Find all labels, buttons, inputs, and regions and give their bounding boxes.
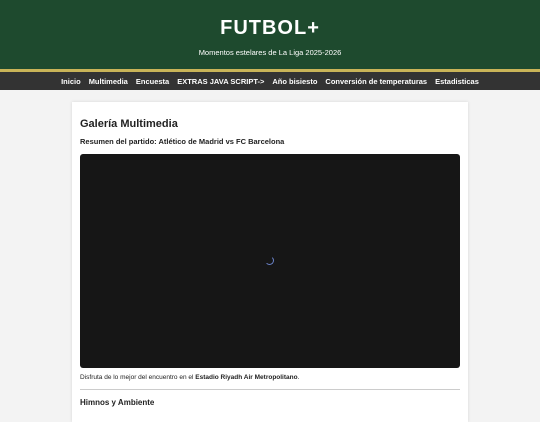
video-player[interactable]: [80, 154, 460, 368]
nav-item-encuesta[interactable]: Encuesta: [136, 77, 169, 86]
nav-item-ano-bisiesto[interactable]: Año bisiesto: [272, 77, 317, 86]
loading-spinner-icon: [265, 256, 274, 265]
site-header: FUTBOL+ Momentos estelares de La Liga 20…: [0, 0, 540, 72]
video-description-text: Disfruta de lo mejor del encuentro en el: [80, 374, 196, 381]
video-description-end: .: [297, 374, 300, 381]
video-description: Disfruta de lo mejor del encuentro en el…: [80, 374, 299, 381]
gallery-title: Galería Multimedia: [80, 118, 178, 130]
stadium-name: Estadio Riyadh Air Metropolitano: [195, 374, 298, 381]
nav-item-inicio[interactable]: Inicio: [61, 77, 81, 86]
site-subtitle: Momentos estelares de La Liga 2025-2026: [198, 48, 342, 57]
main-navigation: Inicio Multimedia Encuesta EXTRAS JAVA S…: [0, 72, 540, 90]
video-caption: Resumen del partido: Atlético de Madrid …: [80, 137, 285, 146]
section-divider: [80, 389, 460, 390]
site-title: FUTBOL+: [220, 17, 320, 39]
nav-item-extras-javascript[interactable]: EXTRAS JAVA SCRIPT->: [177, 77, 264, 86]
anthems-section-title: Himnos y Ambiente: [80, 398, 155, 407]
gallery-card: Galería Multimedia Resumen del partido: …: [72, 102, 468, 422]
nav-item-multimedia[interactable]: Multimedia: [89, 77, 128, 86]
nav-item-estadisticas[interactable]: Estadisticas: [435, 77, 479, 86]
nav-item-conversion-temperaturas[interactable]: Conversión de temperaturas: [325, 77, 427, 86]
